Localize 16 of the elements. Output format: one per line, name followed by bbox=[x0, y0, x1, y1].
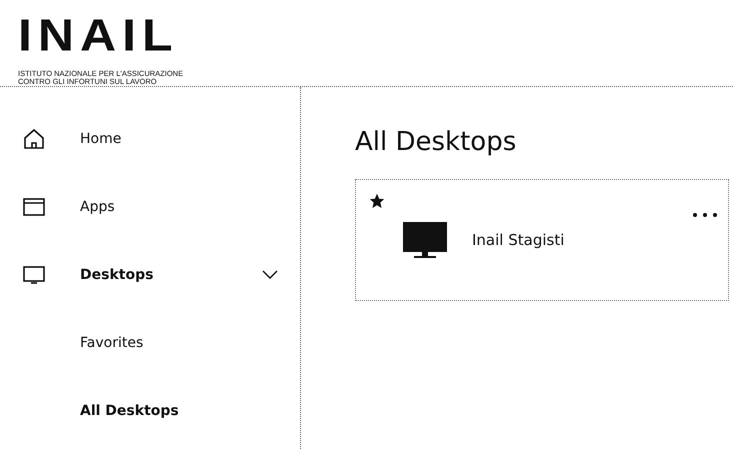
monitor-icon bbox=[402, 221, 448, 259]
nav-item[interactable]: Desktops bbox=[80, 267, 154, 283]
more-icon[interactable] bbox=[692, 212, 718, 218]
desktop-card[interactable]: Inail Stagisti bbox=[355, 179, 729, 301]
monitor-icon bbox=[22, 264, 46, 286]
nav-item[interactable]: Apps bbox=[80, 199, 115, 215]
nav-item[interactable]: Home bbox=[80, 131, 122, 147]
page-title: All Desktops bbox=[355, 127, 516, 157]
logo-wordmark: INAIL bbox=[18, 10, 179, 60]
home-icon bbox=[22, 128, 46, 150]
window-icon bbox=[22, 196, 46, 218]
desktop-name[interactable]: Inail Stagisti bbox=[472, 231, 564, 249]
nav-subitem[interactable]: Favorites bbox=[80, 335, 144, 351]
nav-subitem[interactable]: All Desktops bbox=[80, 403, 179, 419]
star-icon[interactable] bbox=[370, 194, 384, 208]
chevron-icon[interactable] bbox=[262, 270, 278, 280]
